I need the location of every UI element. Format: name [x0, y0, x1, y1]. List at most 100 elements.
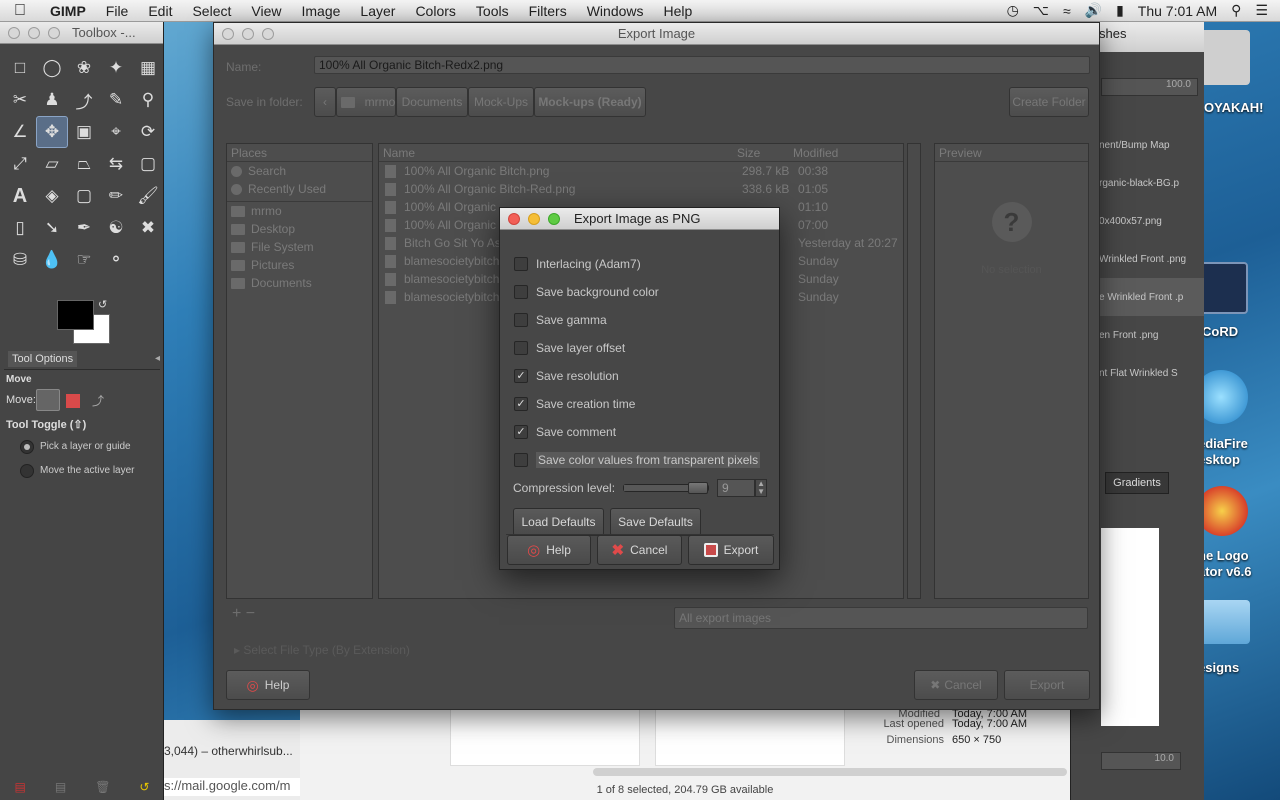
filename-input[interactable]: 100% All Organic Bitch-Redx2.png: [314, 56, 1090, 74]
ellipse-select-icon[interactable]: ◯: [36, 52, 68, 84]
menu-edit[interactable]: Edit: [138, 3, 182, 19]
breadcrumb-mrmo[interactable]: mrmo: [336, 87, 396, 117]
col-modified[interactable]: Modified: [793, 146, 838, 160]
breadcrumb-mockups-ready[interactable]: Mock-ups (Ready): [534, 87, 646, 117]
desktop-label-logo-2[interactable]: ator v6.6: [1198, 564, 1251, 579]
time-machine-icon[interactable]: ◷: [1007, 2, 1019, 19]
restore-options-icon[interactable]: ▤: [55, 780, 66, 794]
zoom-icon[interactable]: ⚲: [132, 84, 164, 116]
menu-select[interactable]: Select: [182, 3, 241, 19]
clone-icon[interactable]: ☯: [100, 212, 132, 244]
png-option[interactable]: ✓ Save comment: [500, 418, 779, 446]
place-search[interactable]: Search: [227, 162, 372, 180]
compression-slider-knob[interactable]: [688, 482, 709, 494]
menu-file[interactable]: File: [96, 3, 139, 19]
finder-scrollbar[interactable]: [593, 768, 1067, 776]
place-recent[interactable]: Recently Used: [227, 180, 372, 198]
perspective-icon[interactable]: ⏢: [68, 148, 100, 180]
checkbox[interactable]: [514, 313, 528, 327]
checkbox[interactable]: [514, 257, 528, 271]
apple-icon[interactable]: : [0, 2, 40, 20]
clock[interactable]: Thu 7:01 AM: [1138, 3, 1217, 19]
png-help-button[interactable]: ◎ Help: [507, 535, 591, 565]
pencil-icon[interactable]: ✏: [100, 180, 132, 212]
place-desktop[interactable]: Desktop: [227, 220, 372, 238]
menu-app[interactable]: GIMP: [40, 3, 96, 19]
export-filter-select[interactable]: All export images: [674, 607, 1088, 629]
move-icon[interactable]: ✥: [36, 116, 68, 148]
desktop-label-1[interactable]: OYAKAH!: [1204, 100, 1263, 115]
close-button[interactable]: [8, 26, 20, 39]
menu-help[interactable]: Help: [654, 3, 703, 19]
move-path-icon[interactable]: ⤴: [92, 392, 104, 409]
bucket-fill-icon[interactable]: ◈: [36, 180, 68, 212]
place-documents[interactable]: Documents: [227, 274, 372, 292]
file-row[interactable]: 100% All Organic Bitch-Red.png 338.6 kB 01…: [379, 180, 903, 198]
checkbox[interactable]: ✓: [514, 397, 528, 411]
browser-url[interactable]: s://mail.google.com/m: [164, 778, 301, 796]
add-place-icon[interactable]: + −: [232, 605, 255, 623]
zoom-button[interactable]: [262, 28, 274, 40]
color-picker-icon[interactable]: ✎: [100, 84, 132, 116]
desktop-label-cord[interactable]: CoRD: [1202, 324, 1238, 339]
hard-drive-icon[interactable]: [1200, 30, 1250, 85]
minimize-button[interactable]: [528, 212, 540, 225]
close-button[interactable]: [222, 28, 234, 40]
color-select-icon[interactable]: ▦: [132, 52, 164, 84]
scissors-icon[interactable]: ✂: [4, 84, 36, 116]
checkbox[interactable]: ✓: [514, 425, 528, 439]
wifi-icon[interactable]: ≈: [1063, 3, 1071, 19]
menu-colors[interactable]: Colors: [405, 3, 465, 19]
bluetooth-icon[interactable]: ⌥: [1033, 2, 1049, 19]
png-option[interactable]: Interlacing (Adam7): [500, 250, 779, 278]
delete-options-icon[interactable]: 🗑: [95, 780, 110, 794]
smudge-icon[interactable]: ☞: [68, 244, 100, 276]
reset-options-icon[interactable]: ↺: [139, 780, 149, 794]
png-option[interactable]: Save layer offset: [500, 334, 779, 362]
rect-select-icon[interactable]: □: [4, 52, 36, 84]
volume-icon[interactable]: 🔊: [1085, 2, 1102, 19]
move-layer-button[interactable]: [36, 389, 60, 411]
file-row[interactable]: 100% All Organic Bitch.png 298.7 kB 00:38: [379, 162, 903, 180]
move-selection-button[interactable]: [66, 394, 80, 408]
minimize-button[interactable]: [242, 28, 254, 40]
compression-slider[interactable]: [623, 482, 710, 494]
tool-options-tab[interactable]: Tool Options: [8, 350, 78, 367]
folder-icon[interactable]: [1198, 600, 1250, 644]
png-option[interactable]: Save background color: [500, 278, 779, 306]
save-defaults-button[interactable]: Save Defaults: [610, 508, 701, 536]
shear-icon[interactable]: ▱: [36, 148, 68, 180]
export-titlebar[interactable]: Export Image: [214, 23, 1099, 45]
fuzzy-select-icon[interactable]: ✦: [100, 52, 132, 84]
png-option[interactable]: ✓ Save resolution: [500, 362, 779, 390]
zoom-button[interactable]: [548, 212, 560, 225]
text-icon[interactable]: A: [4, 180, 36, 212]
spacing-field[interactable]: 10.0: [1101, 752, 1181, 770]
align-icon[interactable]: ▣: [68, 116, 100, 148]
close-button[interactable]: [508, 212, 520, 225]
menu-view[interactable]: View: [241, 3, 291, 19]
blur-icon[interactable]: 💧: [36, 244, 68, 276]
minimize-button[interactable]: [28, 26, 40, 39]
menu-tools[interactable]: Tools: [466, 3, 519, 19]
opacity-field[interactable]: 100.0: [1101, 78, 1198, 96]
png-option[interactable]: ✓ Save creation time: [500, 390, 779, 418]
browser-tab[interactable]: 3,044) – otherwhirlsub...: [164, 744, 301, 764]
flip-icon[interactable]: ⇆: [100, 148, 132, 180]
file-list-scrollbar[interactable]: [907, 143, 921, 599]
lasso-icon[interactable]: ❀: [68, 52, 100, 84]
help-button[interactable]: ◎ Help: [226, 670, 310, 700]
checkbox[interactable]: [514, 285, 528, 299]
swap-colors-icon[interactable]: ↺: [98, 298, 107, 311]
save-options-icon[interactable]: ▤: [15, 780, 26, 794]
tab-gradients[interactable]: Gradients: [1105, 472, 1169, 494]
paths-icon[interactable]: ⤴: [68, 84, 100, 116]
cage-icon[interactable]: ▢: [132, 148, 164, 180]
compression-spinner[interactable]: ▲ ▼: [755, 479, 768, 497]
heal-icon[interactable]: ✖: [132, 212, 164, 244]
back-button[interactable]: ‹: [314, 87, 336, 117]
place-filesystem[interactable]: File System: [227, 238, 372, 256]
place-mrmo[interactable]: mrmo: [227, 202, 372, 220]
dodge-icon[interactable]: ⚬: [100, 244, 132, 276]
png-option[interactable]: Save color values from transparent pixel…: [500, 446, 779, 474]
